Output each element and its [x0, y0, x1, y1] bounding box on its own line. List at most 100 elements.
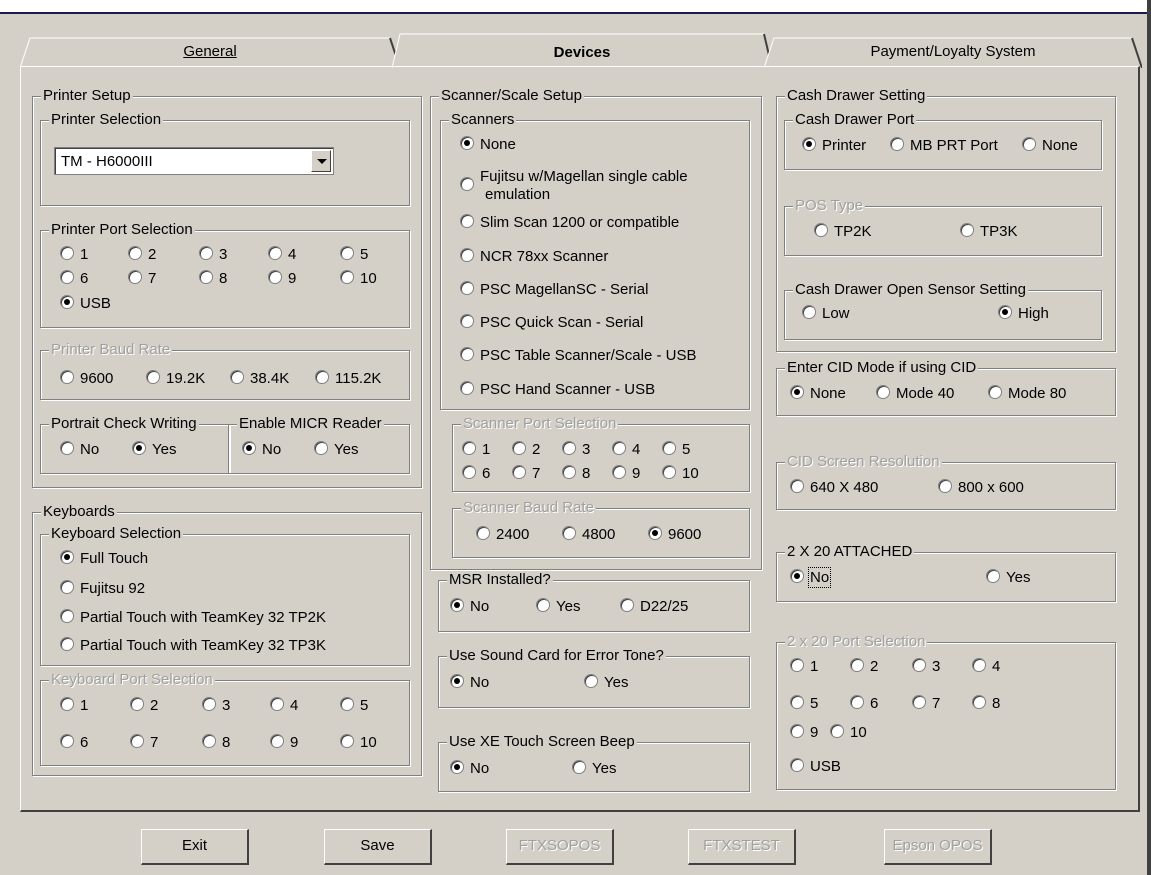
port220-10[interactable]: 10	[830, 724, 867, 742]
printer-baud-38400[interactable]: 38.4K	[230, 370, 289, 388]
printer-port-usb[interactable]: USB	[60, 295, 111, 313]
exit-button[interactable]: Exit	[141, 829, 249, 865]
printer-port-2[interactable]: 2	[128, 246, 156, 264]
keyboard-port-3[interactable]: 3	[202, 697, 230, 715]
scanner-psc-quick-scan[interactable]: PSC Quick Scan - Serial	[460, 314, 643, 332]
msr-yes[interactable]: Yes	[536, 598, 580, 616]
port220-usb[interactable]: USB	[790, 758, 841, 776]
scanner-none[interactable]: None	[460, 136, 516, 154]
printer-port-3[interactable]: 3	[199, 246, 227, 264]
drawer-port-printer[interactable]: Printer	[802, 137, 866, 155]
sensor-high[interactable]: High	[998, 305, 1049, 323]
msr-no[interactable]: No	[450, 598, 489, 616]
keyboard-port-2[interactable]: 2	[130, 697, 158, 715]
printer-port-5[interactable]: 5	[340, 246, 368, 264]
scanner-port-1[interactable]: 1	[462, 441, 490, 459]
keyboard-partial-tp3k[interactable]: Partial Touch with TeamKey 32 TP3K	[60, 637, 326, 655]
drawer-port-none[interactable]: None	[1022, 137, 1078, 155]
sound-no[interactable]: No	[450, 674, 489, 692]
micr-yes[interactable]: Yes	[314, 441, 358, 459]
scanner-port-9[interactable]: 9	[612, 465, 640, 483]
printer-port-4[interactable]: 4	[268, 246, 296, 264]
msr-d22-25[interactable]: D22/25	[620, 598, 688, 616]
printer-port-1[interactable]: 1	[60, 246, 88, 264]
scanner-baud-9600[interactable]: 9600	[648, 526, 701, 544]
printer-port-8[interactable]: 8	[199, 270, 227, 288]
radio-icon	[562, 526, 576, 540]
port220-4[interactable]: 4	[972, 658, 1000, 676]
scanner-ncr-78xx[interactable]: NCR 78xx Scanner	[460, 248, 608, 266]
tab-devices[interactable]: Devices	[392, 32, 772, 68]
pos-type-tp2k[interactable]: TP2K	[814, 223, 872, 241]
keyboard-partial-tp2k[interactable]: Partial Touch with TeamKey 32 TP2K	[60, 609, 326, 627]
portrait-no[interactable]: No	[60, 441, 99, 459]
sound-yes[interactable]: Yes	[584, 674, 628, 692]
scanner-fujitsu-magellan[interactable]: Fujitsu w/Magellan single cable	[460, 168, 688, 191]
keyboard-port-5[interactable]: 5	[340, 697, 368, 715]
micr-no[interactable]: No	[242, 441, 281, 459]
attached-no[interactable]: No	[790, 567, 832, 588]
printer-port-9[interactable]: 9	[268, 270, 296, 288]
scanner-baud-2400[interactable]: 2400	[476, 526, 529, 544]
keyboard-fujitsu-92[interactable]: Fujitsu 92	[60, 580, 145, 598]
port220-8[interactable]: 8	[972, 695, 1000, 713]
pos-type-tp3k[interactable]: TP3K	[960, 223, 1018, 241]
printer-port-10[interactable]: 10	[340, 270, 377, 288]
cid-mode-80[interactable]: Mode 80	[988, 385, 1066, 403]
keyboard-port-1[interactable]: 1	[60, 697, 88, 715]
printer-port-6[interactable]: 6	[60, 270, 88, 288]
drawer-port-mb-prt[interactable]: MB PRT Port	[890, 137, 998, 155]
port220-7[interactable]: 7	[912, 695, 940, 713]
save-button[interactable]: Save	[324, 829, 432, 865]
scanner-port-8[interactable]: 8	[562, 465, 590, 483]
cid-mode-40[interactable]: Mode 40	[876, 385, 954, 403]
beep-no[interactable]: No	[450, 760, 489, 778]
printer-select[interactable]: TM - H6000III	[54, 147, 334, 175]
cid-res-800[interactable]: 800 x 600	[938, 479, 1024, 497]
scanner-port-10[interactable]: 10	[662, 465, 699, 483]
scanner-port-4[interactable]: 4	[612, 441, 640, 459]
printer-port-7[interactable]: 7	[128, 270, 156, 288]
port220-1[interactable]: 1	[790, 658, 818, 676]
port220-2[interactable]: 2	[850, 658, 878, 676]
scanner-psc-magellansc[interactable]: PSC MagellanSC - Serial	[460, 281, 648, 299]
attached-yes[interactable]: Yes	[986, 569, 1030, 587]
portrait-yes[interactable]: Yes	[132, 441, 176, 459]
keyboard-port-4[interactable]: 4	[270, 697, 298, 715]
keyboard-port-6[interactable]: 6	[60, 734, 88, 752]
keyboard-port-7[interactable]: 7	[130, 734, 158, 752]
radio-label: 5	[360, 697, 369, 714]
scanner-port-3[interactable]: 3	[562, 441, 590, 459]
keyboard-port-8[interactable]: 8	[202, 734, 230, 752]
scanner-port-7[interactable]: 7	[512, 465, 540, 483]
printer-baud-115200[interactable]: 115.2K	[315, 370, 381, 388]
ftxstest-button[interactable]: FTXSTEST	[688, 829, 796, 865]
radio-label: 9	[632, 465, 641, 482]
keyboard-port-10[interactable]: 10	[340, 734, 377, 752]
port220-3[interactable]: 3	[912, 658, 940, 676]
scanner-port-6[interactable]: 6	[462, 465, 490, 483]
scanner-slim-scan[interactable]: Slim Scan 1200 or compatible	[460, 214, 679, 232]
sensor-low[interactable]: Low	[802, 305, 850, 323]
ftxsopos-button[interactable]: FTXSOPOS	[506, 829, 614, 865]
cid-res-640[interactable]: 640 X 480	[790, 479, 878, 497]
scanner-psc-hand[interactable]: PSC Hand Scanner - USB	[460, 381, 655, 399]
port220-9[interactable]: 9	[790, 724, 818, 742]
epson-opos-button[interactable]: Epson OPOS	[884, 829, 992, 865]
scanner-port-5[interactable]: 5	[662, 441, 690, 459]
printer-baud-19200[interactable]: 19.2K	[146, 370, 205, 388]
scanner-psc-table[interactable]: PSC Table Scanner/Scale - USB	[460, 347, 697, 365]
scanner-baud-4800[interactable]: 4800	[562, 526, 615, 544]
tab-payment-loyalty[interactable]: Payment/Loyalty System	[764, 36, 1142, 68]
keyboard-port-9[interactable]: 9	[270, 734, 298, 752]
tab-general[interactable]: General	[20, 36, 400, 68]
keyboard-full-touch[interactable]: Full Touch	[60, 550, 148, 568]
chevron-down-icon[interactable]	[311, 150, 331, 172]
port-2x20-title: 2 x 20 Port Selection	[785, 633, 928, 651]
beep-yes[interactable]: Yes	[572, 760, 616, 778]
cid-mode-none[interactable]: None	[790, 385, 846, 403]
port220-6[interactable]: 6	[850, 695, 878, 713]
scanner-port-2[interactable]: 2	[512, 441, 540, 459]
port220-5[interactable]: 5	[790, 695, 818, 713]
printer-baud-9600[interactable]: 9600	[60, 370, 113, 388]
